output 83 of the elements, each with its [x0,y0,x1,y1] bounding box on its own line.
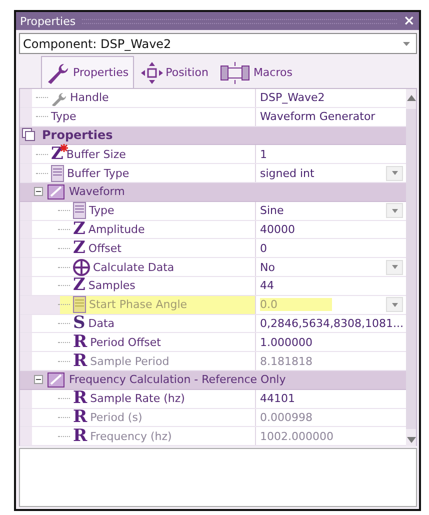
caret-icon [392,302,398,307]
dropdown-button[interactable] [386,166,404,181]
type-letter-icon: S [73,314,86,332]
property-row[interactable]: Z Samples 44 [20,276,406,296]
tab[interactable]: Position [136,56,214,88]
caret-icon [392,265,398,270]
property-row[interactable]: Z Buffer Size 1 [20,145,406,164]
type-letter-icon: Z [73,220,86,238]
caret-icon [403,42,410,46]
property-name: Handle [70,91,109,104]
property-name: Amplitude [88,222,145,236]
collapse-icon[interactable] [34,187,43,196]
scroll-down-icon[interactable] [406,437,416,444]
macro-icon [220,62,250,84]
caret-icon [392,171,398,176]
property-name: Period (s) [90,410,142,424]
property-value[interactable]: Waveform Generator [260,110,376,124]
property-row[interactable]: Buffer Type signed int [20,164,406,183]
property-name: Buffer Size [66,148,126,161]
category-row[interactable]: Frequency Calculation - Reference Only [20,370,406,390]
property-name: Samples [88,279,136,292]
property-row[interactable]: Handle DSP_Wave2 [20,89,406,108]
type-letter-icon: Z [51,146,64,163]
property-value[interactable]: No [260,260,275,274]
property-name: Offset [88,242,122,255]
type-letter-icon: R [73,390,88,408]
category-label: Properties [42,128,113,142]
type-letter-icon: R [73,352,88,370]
property-value[interactable]: DSP_Wave2 [260,91,325,104]
property-name: Calculate Data [93,260,174,274]
type-letter-icon: Z [73,240,86,257]
property-value[interactable]: 44 [260,279,274,292]
property-value[interactable]: Sine [260,204,284,218]
folder-wand-icon [47,372,65,388]
property-name: Period Offset [90,336,161,349]
collapse-icon[interactable] [34,375,43,384]
property-row[interactable]: Z Offset 0 [20,239,406,258]
caret-icon [392,208,398,213]
component-dropdown[interactable]: Component: DSP_Wave2 [19,33,417,54]
category-row[interactable]: Waveform [20,182,406,202]
dropdown-button[interactable] [386,260,404,275]
property-row[interactable]: Calculate Data No [20,258,406,277]
property-row[interactable]: R Period Offset 1.000000 [20,333,406,352]
list-icon [73,296,86,314]
type-letter-icon: R [73,334,88,351]
property-name: Start Phase Angle [89,298,188,312]
property-name: Type [51,110,76,124]
property-value[interactable]: signed int [260,166,314,180]
folder-wand-icon [47,184,65,200]
property-value[interactable]: 1.000000 [260,336,312,349]
category-row[interactable]: Properties [20,126,406,146]
property-row[interactable]: Type Waveform Generator [20,108,406,127]
property-name: Sample Period [90,354,170,368]
property-value[interactable]: 0 [260,242,267,255]
dropdown-button[interactable] [386,203,404,218]
tab[interactable]: Properties [41,56,134,88]
property-row[interactable]: Type Sine [20,202,406,221]
scroll-up-icon[interactable] [406,95,416,101]
property-name: Buffer Type [67,166,130,180]
property-row[interactable]: R Sample Rate (hz) 44101 [20,390,406,409]
category-label: Frequency Calculation - Reference Only [69,373,286,386]
property-name: Sample Rate (hz) [90,392,185,406]
list-icon [51,164,64,182]
category-label: Waveform [69,185,125,198]
type-letter-icon: Z [73,277,86,294]
property-row[interactable]: Z Amplitude 40000 [20,220,406,240]
property-value[interactable]: 40000 [260,222,295,236]
tab[interactable]: Macros [215,56,298,88]
property-value[interactable]: 0,2846,5634,8308,1081... [260,316,404,330]
pages-icon [22,128,38,143]
property-value[interactable]: 1 [260,148,267,161]
circle-plus-icon [73,258,90,276]
property-name: Data [88,316,115,330]
move-icon [140,62,163,84]
property-name: Type [89,204,114,218]
property-name: Frequency (hz) [90,430,172,443]
property-value[interactable]: 44101 [260,392,295,406]
type-letter-icon: R [73,428,88,445]
close-button[interactable]: × [403,14,415,28]
window-title: Properties [20,14,76,28]
property-row[interactable]: S Data 0,2846,5634,8308,1081... [20,314,406,334]
list-icon [73,202,86,220]
type-letter-icon: R [73,408,88,426]
